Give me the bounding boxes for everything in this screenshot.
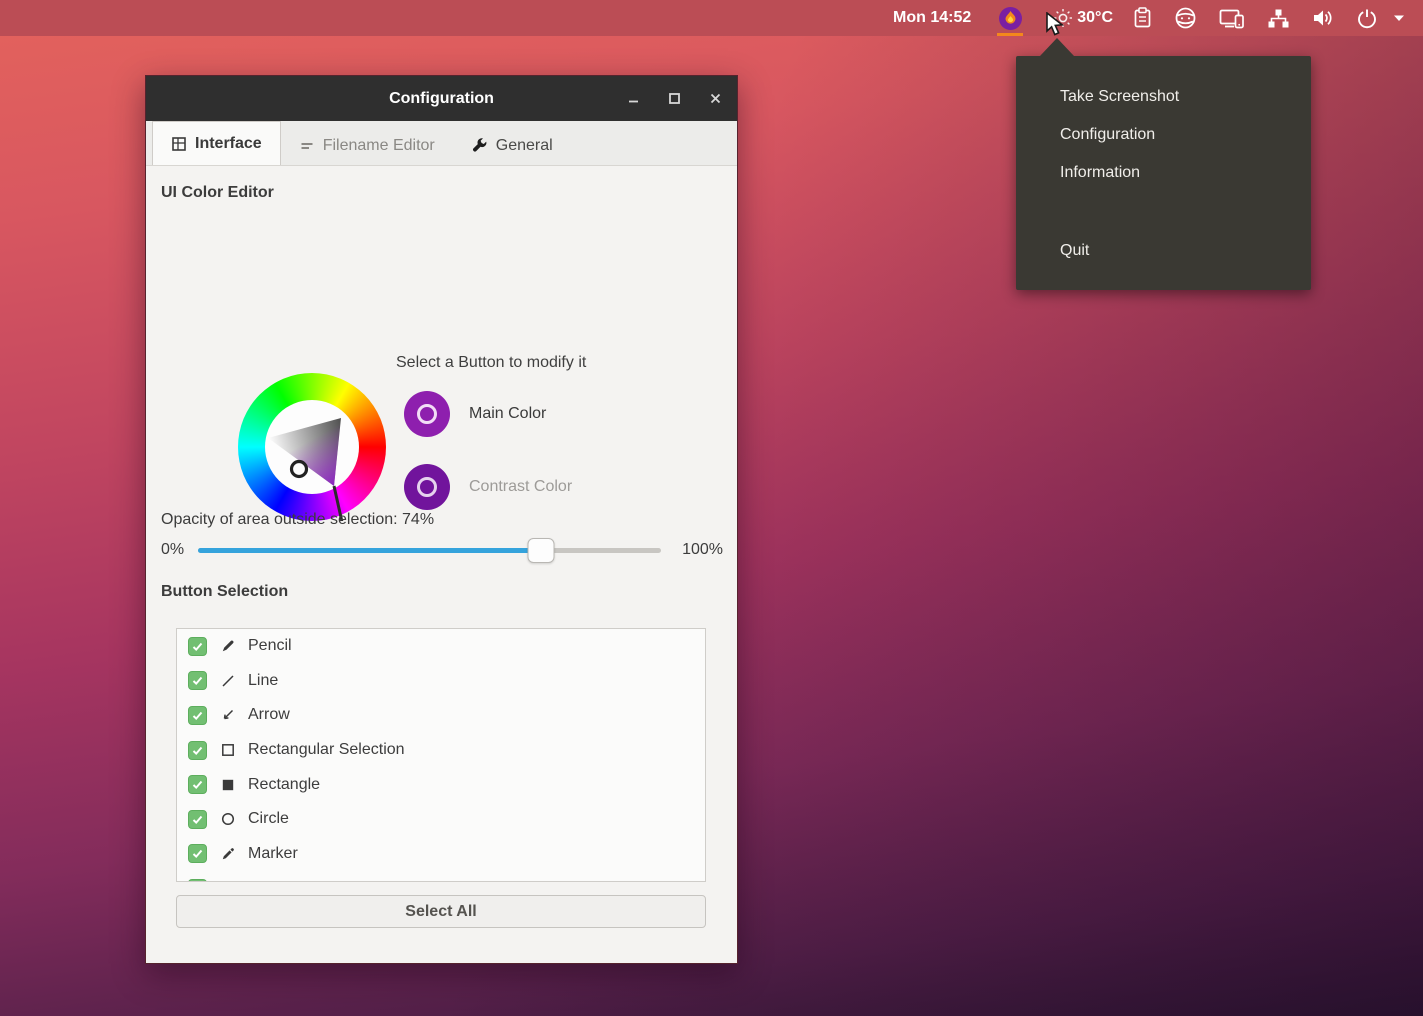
menu-item-information[interactable]: Information [1016, 154, 1311, 192]
lines-icon [299, 138, 315, 154]
wheel-selector[interactable] [292, 462, 307, 477]
configuration-window: Configuration Interface [145, 75, 738, 964]
tab-bar: Interface Filename Editor General [146, 121, 737, 166]
minimize-button[interactable] [623, 89, 643, 109]
rectangle-checkbox[interactable] [188, 775, 207, 794]
volume-icon[interactable] [1312, 8, 1335, 28]
circle-checkbox[interactable] [188, 810, 207, 829]
temperature-label: 30°C [1077, 9, 1113, 27]
check-icon [191, 674, 204, 687]
menu-separator [1016, 192, 1311, 232]
clock[interactable]: Mon 14:52 [893, 9, 971, 27]
list-item-partial [177, 871, 705, 882]
grid-icon [171, 136, 187, 152]
menu-item-take-screenshot[interactable]: Take Screenshot [1016, 78, 1311, 116]
saturation-triangle[interactable] [238, 373, 386, 521]
rectangular-selection-checkbox[interactable] [188, 741, 207, 760]
flame-icon [999, 7, 1022, 30]
clipboard-icon[interactable] [1133, 7, 1152, 29]
rectangle-icon [219, 776, 236, 793]
button-selection-list: Pencil Line [176, 628, 706, 882]
maximize-button[interactable] [664, 89, 684, 109]
line-icon [219, 672, 236, 689]
check-icon [191, 813, 204, 826]
tray-menu: Take Screenshot Configuration Informatio… [1016, 56, 1311, 290]
wrench-icon [471, 137, 488, 154]
tab-filename-editor[interactable]: Filename Editor [281, 126, 453, 165]
slider-handle[interactable] [527, 538, 554, 563]
tray-menu-caret [1040, 38, 1074, 56]
check-icon [191, 640, 204, 653]
line-checkbox[interactable] [188, 671, 207, 690]
menu-item-configuration[interactable]: Configuration [1016, 116, 1311, 154]
titlebar[interactable]: Configuration [146, 76, 737, 121]
tab-filename-editor-label: Filename Editor [323, 137, 435, 155]
select-all-button[interactable]: Select All [176, 895, 706, 928]
list-item-rectangle: Rectangle [177, 767, 705, 802]
tool-icon [219, 880, 236, 882]
selection-icon [219, 742, 236, 759]
tab-general-label: General [496, 137, 553, 155]
flameshot-tray-icon[interactable] [993, 0, 1027, 36]
main-color-label: Main Color [469, 405, 546, 423]
opacity-label: Opacity of area outside selection: 74% [161, 511, 434, 529]
app-indicator-icon[interactable] [1174, 7, 1197, 29]
network-icon[interactable] [1267, 8, 1290, 29]
partial-checkbox[interactable] [188, 879, 207, 882]
interface-tab-content: UI Color Editor [146, 166, 737, 964]
top-panel: Mon 14:52 30°C [0, 0, 1423, 36]
tab-general[interactable]: General [453, 126, 571, 165]
check-icon [191, 744, 204, 757]
pencil-checkbox[interactable] [188, 637, 207, 656]
menu-item-quit[interactable]: Quit [1016, 232, 1311, 270]
session-chevron-icon[interactable] [1393, 14, 1405, 22]
check-icon [191, 847, 204, 860]
contrast-color-button[interactable] [404, 464, 450, 510]
devices-icon[interactable] [1219, 8, 1245, 29]
list-item-pencil: Pencil [177, 629, 705, 664]
circle-icon [219, 811, 236, 828]
ui-color-editor-title: UI Color Editor [161, 184, 274, 202]
check-icon [191, 709, 204, 722]
slider-min-label: 0% [161, 541, 184, 559]
arrow-icon [219, 707, 236, 724]
circle-icon [417, 477, 437, 497]
opacity-slider: 0% 100% [161, 538, 723, 564]
pencil-icon [219, 638, 236, 655]
mouse-cursor [1046, 12, 1068, 38]
check-icon [191, 778, 204, 791]
arrow-checkbox[interactable] [188, 706, 207, 725]
slider-max-label: 100% [682, 541, 723, 559]
modify-prompt: Select a Button to modify it [396, 354, 586, 372]
power-icon[interactable] [1357, 8, 1377, 29]
list-item-arrow: Arrow [177, 698, 705, 733]
main-color-button[interactable] [404, 391, 450, 437]
slider-fill [198, 548, 541, 553]
marker-icon [219, 845, 236, 862]
tab-interface-label: Interface [195, 135, 262, 153]
list-item-line: Line [177, 664, 705, 699]
circle-icon [417, 404, 437, 424]
list-item-circle: Circle [177, 802, 705, 837]
contrast-color-label: Contrast Color [469, 478, 572, 496]
tab-interface[interactable]: Interface [152, 121, 281, 165]
close-button[interactable] [705, 89, 725, 109]
list-item-marker: Marker [177, 837, 705, 872]
color-wheel[interactable] [238, 373, 386, 521]
list-item-rectangular-selection: Rectangular Selection [177, 733, 705, 768]
button-selection-title: Button Selection [161, 583, 288, 601]
slider-track[interactable] [198, 548, 661, 553]
marker-checkbox[interactable] [188, 844, 207, 863]
